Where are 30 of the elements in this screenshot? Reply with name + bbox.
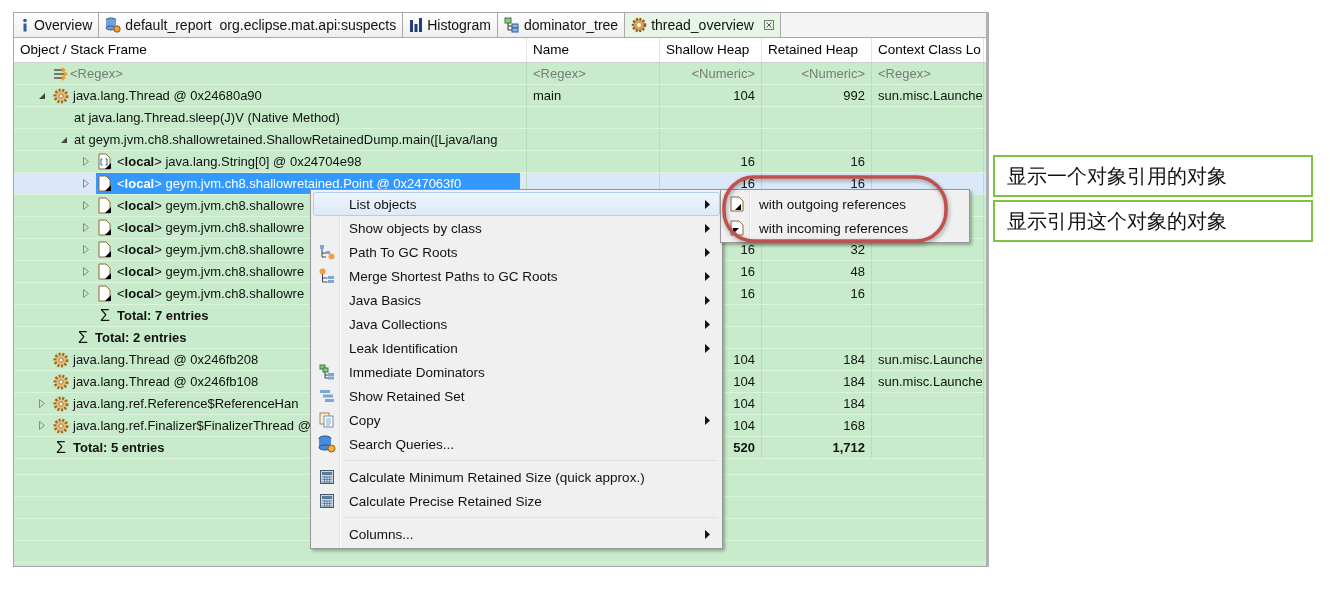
- table-cell: 32: [850, 242, 865, 257]
- table-cell: 184: [843, 352, 865, 367]
- table-cell: 48: [850, 264, 865, 279]
- table-cell: 16: [740, 242, 755, 257]
- table-cell: 16: [740, 286, 755, 301]
- table-cell: sun.misc.Launche: [878, 374, 983, 389]
- table-cell: 104: [733, 374, 755, 389]
- table-cell: 104: [733, 352, 755, 367]
- table-cell: main: [533, 88, 562, 103]
- table-cell: 184: [843, 374, 865, 389]
- table-cell: 16: [850, 176, 865, 191]
- table-cell: sun.misc.Launche: [878, 352, 983, 367]
- table-cell: 1,712: [832, 440, 865, 455]
- annotation-callout: 显示一个对象引用的对象: [993, 155, 1313, 197]
- table-cell: 184: [843, 396, 865, 411]
- table-cell: sun.misc.Launche: [878, 88, 983, 103]
- table-cell: 520: [733, 440, 755, 455]
- table-cell: 16: [850, 286, 865, 301]
- table-cell: 104: [733, 88, 755, 103]
- sigma-symbol: Σ: [55, 438, 67, 457]
- table-cell: 104: [733, 396, 755, 411]
- annotation-callout: 显示引用这个对象的对象: [993, 200, 1313, 242]
- table-cell: 16: [740, 264, 755, 279]
- table-cell: 104: [733, 418, 755, 433]
- sigma-symbol: Σ: [99, 306, 111, 325]
- sigma-symbol: Σ: [77, 328, 89, 347]
- table-cell: 992: [843, 88, 865, 103]
- table-cell: 168: [843, 418, 865, 433]
- table-cell: 16: [740, 154, 755, 169]
- table-cell: 16: [850, 154, 865, 169]
